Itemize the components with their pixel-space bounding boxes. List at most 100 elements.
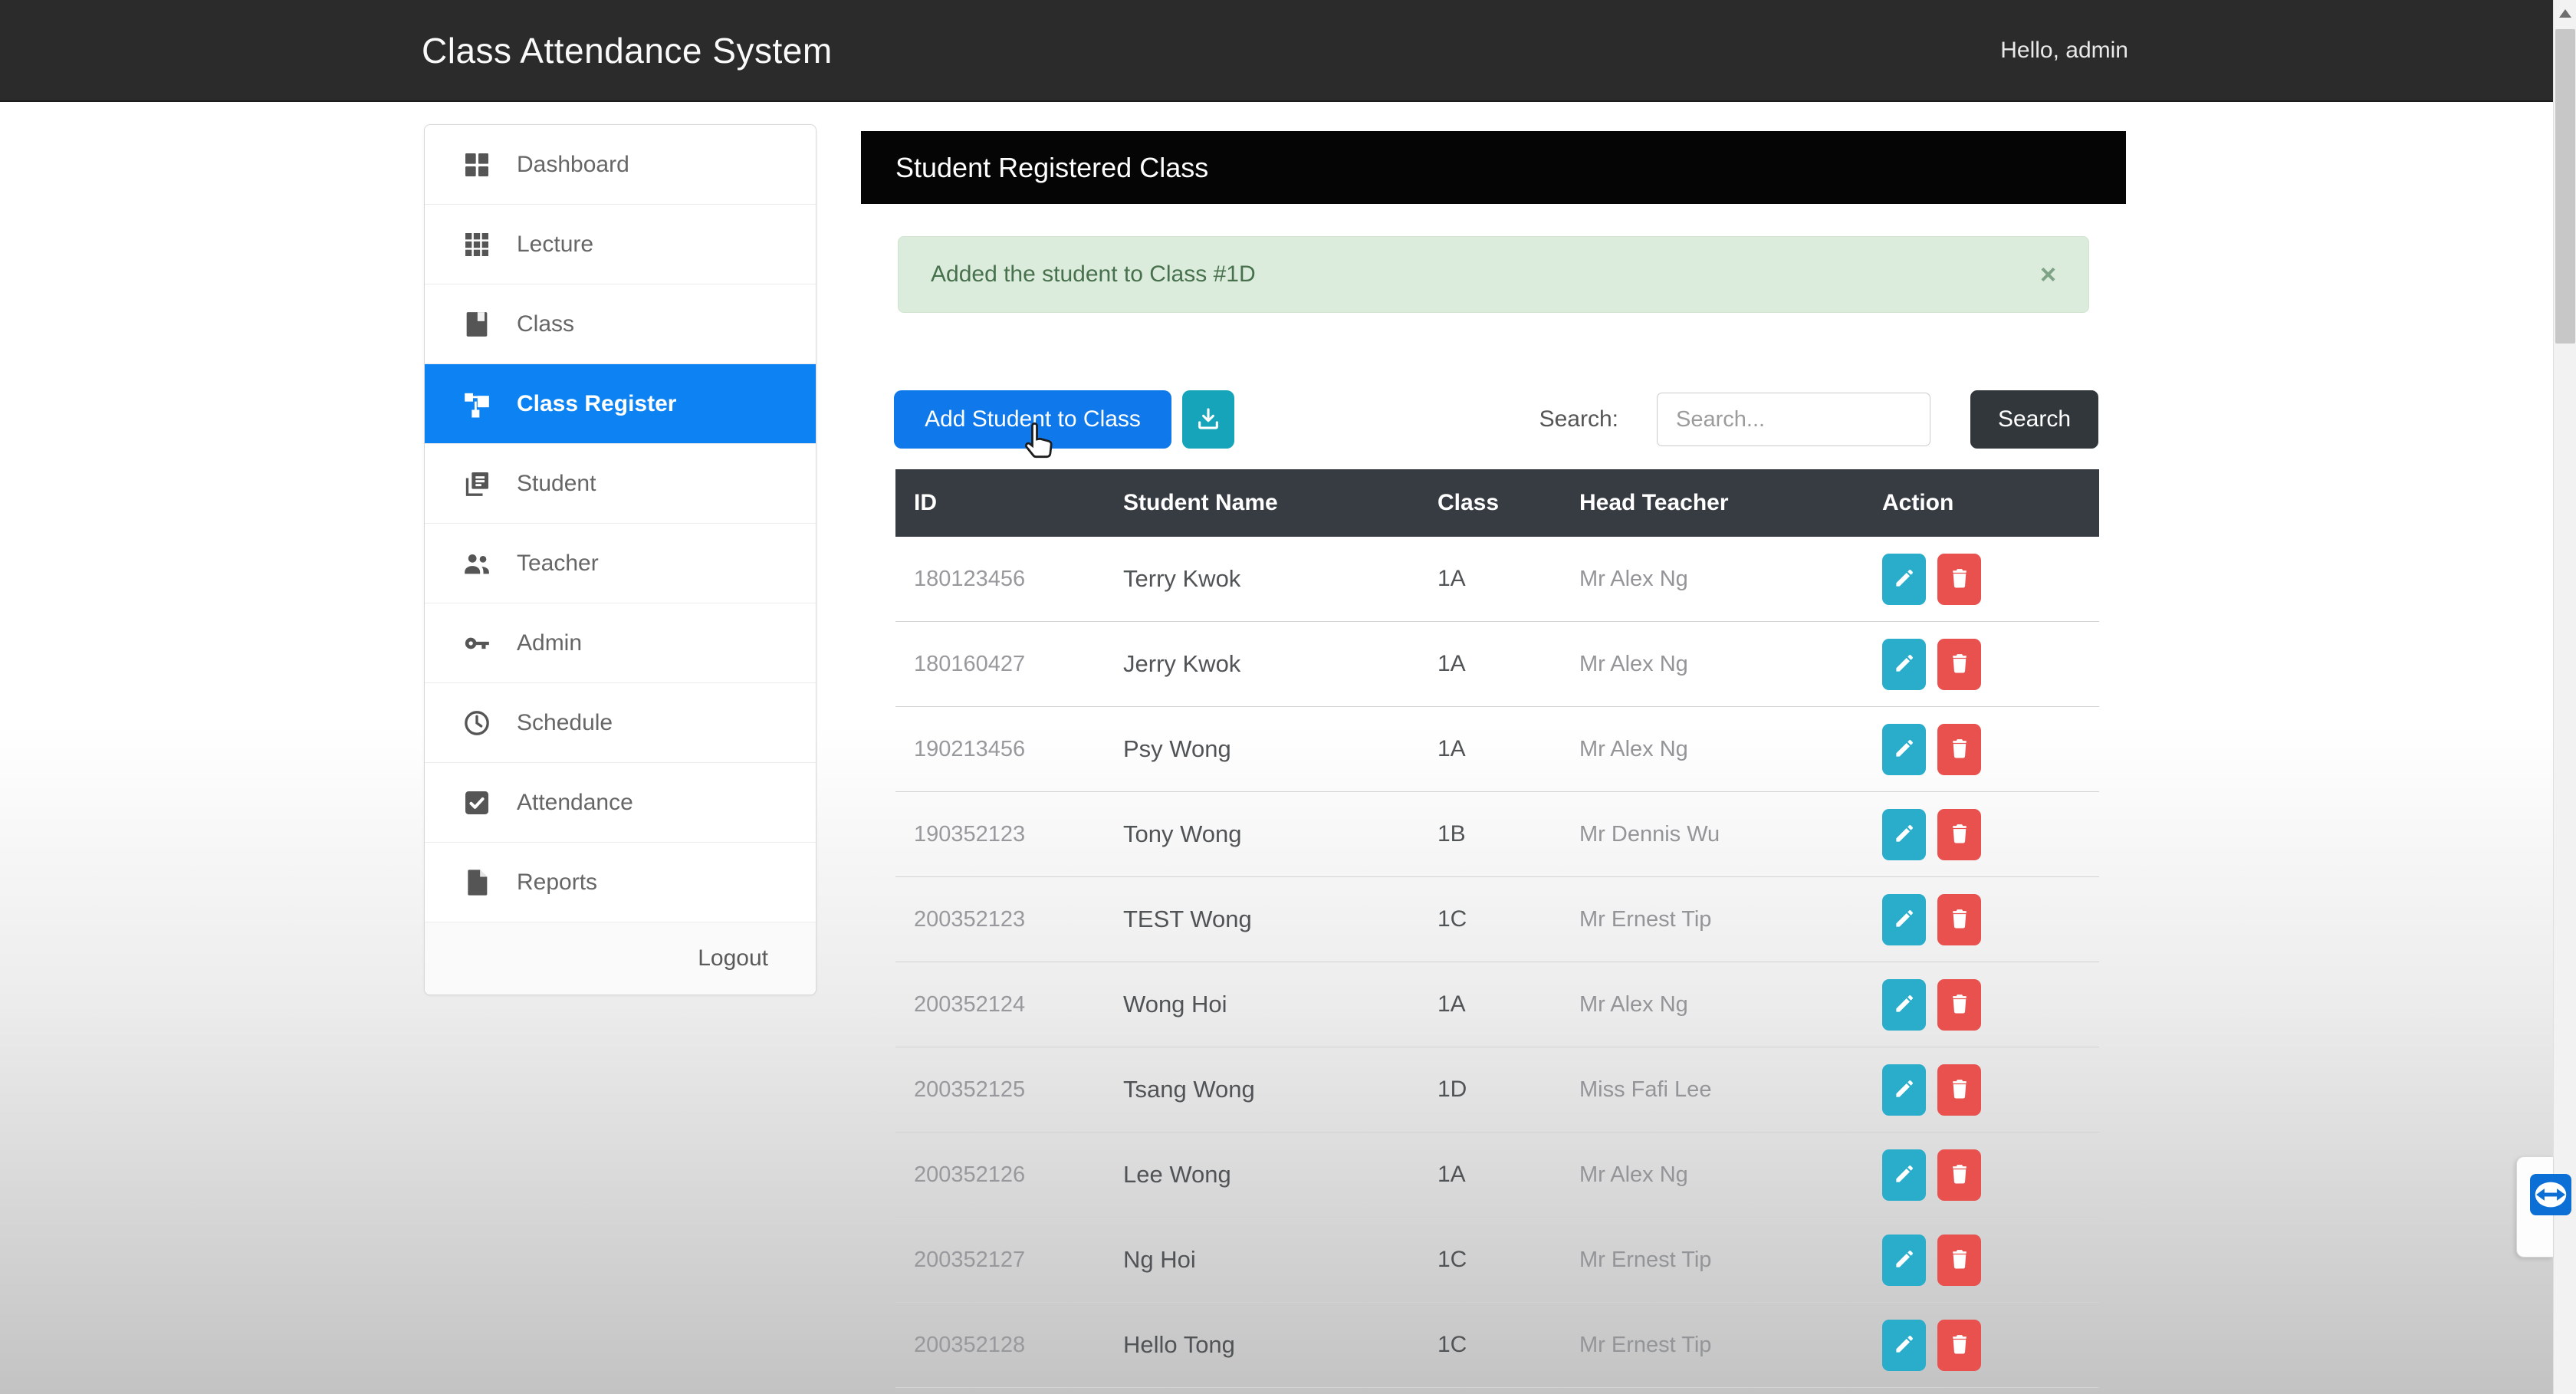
app-header: Class Attendance System Hello, admin — [0, 0, 2553, 102]
search-button[interactable]: Search — [1970, 390, 2098, 449]
cell-class: 1C — [1438, 1247, 1579, 1273]
cell-head-teacher: Mr Ernest Tip — [1579, 1248, 1882, 1273]
table-row: 200352126 Lee Wong 1A Mr Alex Ng — [895, 1133, 2099, 1218]
remote-tool-tab[interactable] — [2516, 1156, 2553, 1258]
success-alert: Added the student to Class #1D × — [898, 236, 2089, 313]
delete-trash-icon — [1948, 1077, 1971, 1103]
sidebar-item-label: Reports — [517, 870, 597, 896]
sidebar-item[interactable]: Schedule — [425, 683, 816, 763]
delete-button[interactable] — [1937, 979, 1981, 1031]
scrollbar-thumb[interactable] — [2555, 29, 2575, 344]
table-row: 200352125 Tsang Wong 1D Miss Fafi Lee — [895, 1047, 2099, 1133]
edit-button[interactable] — [1882, 979, 1926, 1031]
cell-head-teacher: Mr Alex Ng — [1579, 567, 1882, 592]
delete-trash-icon — [1948, 907, 1971, 932]
edit-button[interactable] — [1882, 809, 1926, 860]
sidebar-item[interactable]: Admin — [425, 603, 816, 683]
cell-class: 1C — [1438, 906, 1579, 932]
delete-button[interactable] — [1937, 1320, 1981, 1371]
edit-pencil-icon — [1893, 737, 1916, 762]
edit-button[interactable] — [1882, 894, 1926, 945]
sidebar-item-label: Student — [517, 471, 596, 497]
cell-student-name: Ng Hoi — [1123, 1246, 1438, 1274]
sidebar-item-label: Admin — [517, 630, 582, 656]
sidebar-item-label: Schedule — [517, 710, 613, 736]
sidebar-item-icon — [462, 309, 492, 340]
sidebar-item[interactable]: Reports — [425, 843, 816, 922]
delete-button[interactable] — [1937, 894, 1981, 945]
delete-button[interactable] — [1937, 639, 1981, 690]
delete-button[interactable] — [1937, 554, 1981, 605]
cell-student-id: 200352127 — [895, 1248, 1123, 1273]
panel-header: Student Registered Class — [861, 131, 2126, 204]
cell-head-teacher: Mr Alex Ng — [1579, 737, 1882, 762]
table-row: 200352123 TEST Wong 1C Mr Ernest Tip — [895, 877, 2099, 962]
cell-student-id: 180160427 — [895, 652, 1123, 677]
sidebar-item-label: Teacher — [517, 551, 599, 577]
cell-student-id: 200352123 — [895, 907, 1123, 932]
delete-button[interactable] — [1937, 724, 1981, 775]
cell-action — [1882, 639, 2099, 690]
edit-pencil-icon — [1893, 567, 1916, 592]
scroll-up-arrow-icon[interactable] — [2559, 9, 2571, 18]
edit-button[interactable] — [1882, 639, 1926, 690]
cell-student-name: Jerry Kwok — [1123, 650, 1438, 678]
delete-button[interactable] — [1937, 809, 1981, 860]
edit-pencil-icon — [1893, 1248, 1916, 1273]
alert-message: Added the student to Class #1D — [931, 261, 1256, 288]
edit-button[interactable] — [1882, 1235, 1926, 1286]
cell-action — [1882, 1149, 2099, 1201]
import-button[interactable] — [1182, 390, 1234, 449]
sidebar-item-logout[interactable]: Logout — [425, 922, 816, 995]
cell-class: 1B — [1438, 821, 1579, 847]
cell-student-id: 180123456 — [895, 567, 1123, 592]
sidebar-item[interactable]: Lecture — [425, 205, 816, 284]
edit-button[interactable] — [1882, 1149, 1926, 1201]
cell-head-teacher: Mr Alex Ng — [1579, 652, 1882, 677]
edit-pencil-icon — [1893, 822, 1916, 847]
sidebar-item[interactable]: Teacher — [425, 524, 816, 603]
edit-button[interactable] — [1882, 724, 1926, 775]
sidebar-item-label: Lecture — [517, 232, 593, 258]
delete-trash-icon — [1948, 652, 1971, 677]
edit-pencil-icon — [1893, 652, 1916, 677]
cell-class: 1A — [1438, 1162, 1579, 1188]
sidebar-item-icon — [462, 389, 492, 419]
cell-action — [1882, 894, 2099, 945]
sidebar-item[interactable]: Student — [425, 444, 816, 524]
edit-button[interactable] — [1882, 1064, 1926, 1116]
table-row: 180160427 Jerry Kwok 1A Mr Alex Ng — [895, 622, 2099, 707]
cell-student-name: TEST Wong — [1123, 906, 1438, 933]
cell-student-name: Tsang Wong — [1123, 1076, 1438, 1103]
cell-head-teacher: Miss Fafi Lee — [1579, 1077, 1882, 1103]
cell-action — [1882, 809, 2099, 860]
sidebar-item[interactable]: Class — [425, 284, 816, 364]
delete-button[interactable] — [1937, 1149, 1981, 1201]
delete-button[interactable] — [1937, 1235, 1981, 1286]
delete-button[interactable] — [1937, 1064, 1981, 1116]
cell-class: 1C — [1438, 1332, 1579, 1358]
column-header-action: Action — [1882, 490, 2099, 516]
search-input[interactable] — [1657, 393, 1930, 446]
edit-button[interactable] — [1882, 1320, 1926, 1371]
sidebar-item-icon — [462, 548, 492, 579]
edit-button[interactable] — [1882, 554, 1926, 605]
sidebar-nav: Dashboard Lecture Class Class Register S… — [424, 124, 816, 995]
edit-pencil-icon — [1893, 1162, 1916, 1188]
table-row: 190213456 Psy Wong 1A Mr Alex Ng — [895, 707, 2099, 792]
cell-student-name: Psy Wong — [1123, 735, 1438, 763]
cell-student-id: 190213456 — [895, 737, 1123, 762]
cell-student-id: 200352126 — [895, 1162, 1123, 1188]
cell-student-id: 200352128 — [895, 1333, 1123, 1358]
cell-head-teacher: Mr Dennis Wu — [1579, 822, 1882, 847]
delete-trash-icon — [1948, 1333, 1971, 1358]
cell-student-id: 200352124 — [895, 992, 1123, 1018]
add-student-button[interactable]: Add Student to Class — [894, 390, 1171, 449]
sidebar-item[interactable]: Class Register — [425, 364, 816, 444]
sidebar-item-icon — [462, 787, 492, 818]
students-table: ID Student Name Class Head Teacher Actio… — [895, 469, 2099, 1388]
cell-class: 1A — [1438, 651, 1579, 677]
alert-close-icon[interactable]: × — [2040, 261, 2056, 288]
sidebar-item[interactable]: Attendance — [425, 763, 816, 843]
sidebar-item[interactable]: Dashboard — [425, 125, 816, 205]
